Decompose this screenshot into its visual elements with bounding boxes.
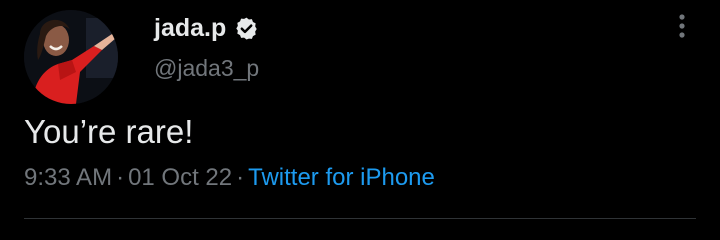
separator-dot: · bbox=[116, 164, 125, 191]
tweet-text: You’re rare! bbox=[24, 113, 194, 150]
separator-dot: · bbox=[236, 164, 245, 191]
user-handle[interactable]: @jada3_p bbox=[154, 55, 259, 82]
display-name[interactable]: jada.p bbox=[154, 14, 226, 43]
tweet-source-link[interactable]: Twitter for iPhone bbox=[248, 164, 435, 191]
tweet-time[interactable]: 9:33 AM bbox=[24, 164, 112, 191]
tweet-metadata: 9:33 AM · 01 Oct 22 · Twitter for iPhone bbox=[24, 164, 435, 192]
avatar[interactable] bbox=[24, 10, 118, 104]
avatar-photo bbox=[24, 10, 118, 104]
more-vertical-icon[interactable] bbox=[671, 12, 693, 42]
tweet-date[interactable]: 01 Oct 22 bbox=[128, 164, 232, 191]
verified-badge-icon bbox=[234, 16, 259, 41]
display-name-row[interactable]: jada.p bbox=[154, 14, 259, 43]
divider bbox=[24, 218, 696, 219]
